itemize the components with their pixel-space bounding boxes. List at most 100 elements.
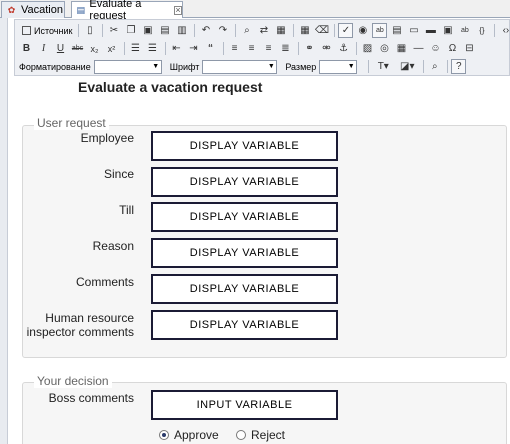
replace-icon[interactable]: ⇄ bbox=[256, 23, 271, 38]
separator bbox=[78, 24, 80, 37]
reason-label: Reason bbox=[92, 239, 134, 253]
separator bbox=[298, 42, 299, 55]
button-icon[interactable]: ▬ bbox=[423, 23, 438, 38]
help-icon[interactable]: ? bbox=[451, 59, 467, 74]
align-left-icon[interactable]: ≡ bbox=[227, 41, 242, 56]
separator bbox=[165, 42, 166, 55]
reject-label: Reject bbox=[251, 428, 286, 442]
align-justify-icon[interactable]: ≣ bbox=[278, 41, 293, 56]
special-char-icon[interactable]: Ω bbox=[445, 41, 460, 56]
user-request-legend: User request bbox=[34, 116, 109, 130]
bold-icon[interactable]: B bbox=[19, 41, 34, 56]
eraser-icon[interactable]: ⌫ bbox=[314, 23, 329, 38]
copy-icon[interactable]: ❐ bbox=[123, 23, 138, 38]
select-all-icon[interactable]: ▦ bbox=[273, 23, 288, 38]
image-icon[interactable]: ▨ bbox=[360, 41, 375, 56]
align-right-icon[interactable]: ≡ bbox=[261, 41, 276, 56]
radio-unselected-icon bbox=[236, 430, 246, 440]
table-insert-icon[interactable]: ▦ bbox=[394, 41, 409, 56]
till-display-variable[interactable]: DISPLAY VARIABLE bbox=[151, 202, 338, 232]
table-icon[interactable]: ▦ bbox=[297, 23, 312, 38]
hr-comments-display-variable[interactable]: DISPLAY VARIABLE bbox=[151, 310, 338, 340]
hr-inspector-comments-label: Human resource inspector comments bbox=[26, 311, 134, 339]
since-label: Since bbox=[103, 167, 134, 181]
redo-icon[interactable]: ↷ bbox=[215, 23, 230, 38]
image-button-icon[interactable]: ▣ bbox=[440, 23, 455, 38]
toolbar-row-1: Источник ▯ ✂ ❐ ▣ ▤ ▥ ↶ ↷ ⌕ ⇄ ▦ ▦ ⌫ ✓ ◉ a… bbox=[19, 22, 510, 39]
tab-label: Vacation bbox=[21, 4, 63, 16]
till-label: Till bbox=[119, 203, 134, 217]
smiley-icon[interactable]: ☺ bbox=[428, 41, 443, 56]
comments-display-variable[interactable]: DISPLAY VARIABLE bbox=[151, 274, 338, 304]
approve-radio[interactable]: Approve bbox=[159, 428, 219, 442]
tab-evaluate-request[interactable]: ▤ Evaluate a request × bbox=[71, 0, 183, 22]
separator bbox=[235, 24, 237, 37]
indent-icon[interactable]: ⇥ bbox=[186, 41, 201, 56]
page-break-icon[interactable]: ⊟ bbox=[462, 41, 477, 56]
hidden-field-icon[interactable]: ab bbox=[457, 23, 472, 38]
separator bbox=[356, 42, 357, 55]
reject-radio[interactable]: Reject bbox=[236, 428, 285, 442]
preview-icon[interactable]: ⌕ bbox=[427, 59, 442, 74]
text-color-icon[interactable]: T▾ bbox=[372, 59, 394, 74]
format-label: Форматирование bbox=[19, 61, 91, 72]
boss-comments-input-variable[interactable]: INPUT VARIABLE bbox=[151, 390, 338, 420]
checkbox-icon[interactable]: ✓ bbox=[338, 23, 354, 38]
separator bbox=[124, 42, 125, 55]
separator bbox=[423, 60, 425, 73]
background-color-icon[interactable]: ◪▾ bbox=[396, 59, 418, 74]
strikethrough-icon[interactable]: abc bbox=[70, 41, 85, 56]
document-icon[interactable]: ▯ bbox=[82, 23, 97, 38]
paste-word-icon[interactable]: ▥ bbox=[174, 23, 189, 38]
size-label: Размер bbox=[285, 61, 317, 72]
cut-icon[interactable]: ✂ bbox=[106, 23, 121, 38]
close-icon[interactable]: × bbox=[174, 5, 182, 15]
source-label: Источник bbox=[34, 25, 73, 36]
form-icon: ▤ bbox=[76, 4, 85, 15]
toolbar-row-2: B I U abc x₂ x² ☰ ☰ ⇤ ⇥ “ ≡ ≡ ≡ ≣ ⚭ ⚮ ⚓ … bbox=[19, 40, 479, 57]
paste-icon[interactable]: ▣ bbox=[140, 23, 155, 38]
subscript-icon[interactable]: x₂ bbox=[87, 41, 102, 56]
numbered-list-icon[interactable]: ☰ bbox=[128, 41, 143, 56]
font-select[interactable]: ▼ bbox=[202, 59, 278, 74]
since-display-variable[interactable]: DISPLAY VARIABLE bbox=[151, 167, 338, 197]
paste-text-icon[interactable]: ▤ bbox=[157, 23, 172, 38]
code-icon[interactable]: ‹› bbox=[498, 23, 510, 38]
source-button[interactable]: Источник bbox=[19, 23, 75, 38]
radio-selected-icon bbox=[159, 430, 169, 440]
separator bbox=[194, 24, 196, 37]
decision-legend: Your decision bbox=[34, 374, 112, 388]
separator bbox=[102, 24, 104, 37]
reason-display-variable[interactable]: DISPLAY VARIABLE bbox=[151, 238, 338, 268]
format-select[interactable]: ▼ bbox=[93, 59, 162, 74]
bullet-list-icon[interactable]: ☰ bbox=[145, 41, 160, 56]
select-icon[interactable]: ▭ bbox=[406, 23, 421, 38]
separator bbox=[334, 24, 336, 37]
unlink-icon[interactable]: ⚮ bbox=[319, 41, 334, 56]
flash-icon[interactable]: ◎ bbox=[377, 41, 392, 56]
editor-toolbar: Источник ▯ ✂ ❐ ▣ ▤ ▥ ↶ ↷ ⌕ ⇄ ▦ ▦ ⌫ ✓ ◉ a… bbox=[14, 19, 510, 76]
italic-icon[interactable]: I bbox=[36, 41, 51, 56]
employee-label: Employee bbox=[80, 131, 134, 145]
flow-icon: ✿ bbox=[7, 4, 16, 15]
link-icon[interactable]: ⚭ bbox=[302, 41, 317, 56]
horizontal-rule-icon[interactable]: ― bbox=[411, 41, 426, 56]
blockquote-icon[interactable]: “ bbox=[203, 41, 218, 56]
outdent-icon[interactable]: ⇤ bbox=[169, 41, 184, 56]
align-center-icon[interactable]: ≡ bbox=[244, 41, 259, 56]
page-title: Evaluate a vacation request bbox=[78, 79, 263, 95]
tab-vacation[interactable]: ✿ Vacation bbox=[1, 1, 65, 18]
underline-icon[interactable]: U bbox=[53, 41, 68, 56]
undo-icon[interactable]: ↶ bbox=[198, 23, 213, 38]
anchor-icon[interactable]: ⚓ bbox=[336, 41, 351, 56]
size-select[interactable]: ▼ bbox=[319, 59, 358, 74]
superscript-icon[interactable]: x² bbox=[104, 41, 119, 56]
textfield-icon[interactable]: ab bbox=[372, 23, 388, 38]
tab-bar: ✿ Vacation ▤ Evaluate a request × bbox=[0, 0, 510, 22]
variable-icon[interactable]: {} bbox=[474, 23, 489, 38]
radio-icon[interactable]: ◉ bbox=[355, 23, 370, 38]
find-icon[interactable]: ⌕ bbox=[239, 23, 254, 38]
textarea-icon[interactable]: ▤ bbox=[389, 23, 404, 38]
employee-display-variable[interactable]: DISPLAY VARIABLE bbox=[151, 131, 338, 161]
separator bbox=[368, 60, 370, 73]
